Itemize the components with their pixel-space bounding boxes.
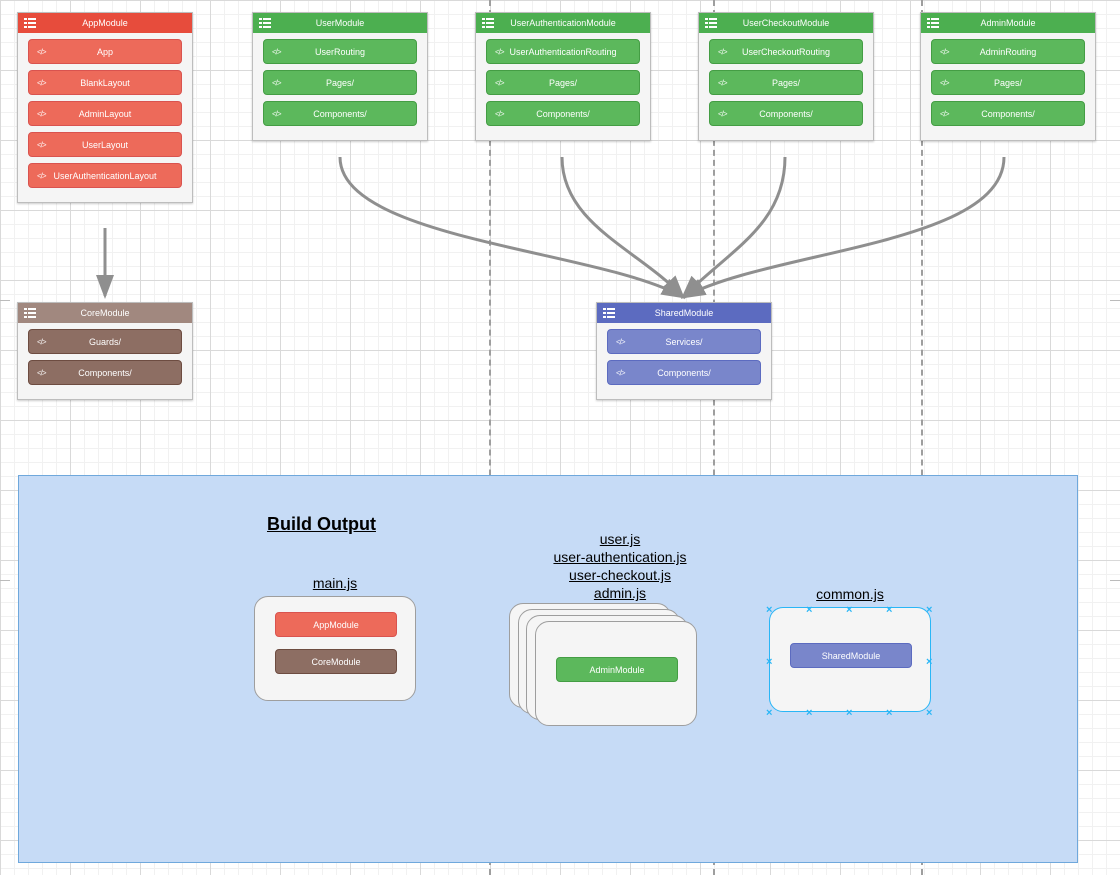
module-header: UserModule [253,13,427,33]
module-item[interactable]: </>Components/ [709,101,863,126]
module-item[interactable]: </>Components/ [607,360,761,385]
module-user[interactable]: UserModule </>UserRouting </>Pages/ </>C… [252,12,428,141]
module-item[interactable]: </>BlankLayout [28,70,182,95]
module-header: CoreModule [18,303,192,323]
bundle-common[interactable]: common.js SharedModule × × × × × × × × ×… [769,607,931,712]
bundle-item: CoreModule [275,649,397,674]
module-user-checkout[interactable]: UserCheckoutModule </>UserCheckoutRoutin… [698,12,874,141]
code-icon: </> [37,47,46,56]
list-icon [603,308,615,318]
bundle-item: AdminModule [556,657,678,682]
code-icon: </> [940,78,949,87]
module-user-auth[interactable]: UserAuthenticationModule </>UserAuthenti… [475,12,651,141]
code-icon: </> [37,337,46,346]
module-item[interactable]: </>Pages/ [486,70,640,95]
list-icon [24,308,36,318]
list-icon [259,18,271,28]
bundle-stack-labels: user.js user-authentication.js user-chec… [496,530,744,602]
bundle-main[interactable]: main.js AppModule CoreModule [254,596,416,701]
module-item[interactable]: </>UserAuthenticationLayout [28,163,182,188]
module-item[interactable]: </>Components/ [28,360,182,385]
bundle-item: AppModule [275,612,397,637]
list-icon [705,18,717,28]
code-icon: </> [37,171,46,180]
module-item[interactable]: </>Services/ [607,329,761,354]
module-core[interactable]: CoreModule </>Guards/ </>Components/ [17,302,193,400]
code-icon: </> [718,47,727,56]
list-icon [927,18,939,28]
list-icon [24,18,36,28]
code-icon: </> [940,109,949,118]
module-shared[interactable]: SharedModule </>Services/ </>Components/ [596,302,772,400]
module-header: UserAuthenticationModule [476,13,650,33]
code-icon: </> [495,78,504,87]
module-app[interactable]: AppModule </>App </>BlankLayout </>Admin… [17,12,193,203]
module-item[interactable]: </>Pages/ [709,70,863,95]
module-item[interactable]: </>Components/ [263,101,417,126]
code-icon: </> [37,368,46,377]
module-header: UserCheckoutModule [699,13,873,33]
code-icon: </> [940,47,949,56]
module-title: UserModule [253,18,427,28]
module-title: UserAuthenticationModule [476,18,650,28]
code-icon: </> [37,78,46,87]
code-icon: </> [495,109,504,118]
ruler-tick [0,300,10,301]
module-admin[interactable]: AdminModule </>AdminRouting </>Pages/ </… [920,12,1096,141]
module-title: CoreModule [18,308,192,318]
module-item[interactable]: </>Components/ [486,101,640,126]
code-icon: </> [37,140,46,149]
code-icon: </> [616,337,625,346]
ruler-tick [1110,580,1120,581]
code-icon: </> [37,109,46,118]
module-item[interactable]: </>Guards/ [28,329,182,354]
module-item[interactable]: </>Pages/ [263,70,417,95]
module-header: SharedModule [597,303,771,323]
bundle-stack-top[interactable]: AdminModule [535,621,697,726]
module-header: AppModule [18,13,192,33]
ruler-tick [1110,300,1120,301]
module-item[interactable]: </>Components/ [931,101,1085,126]
module-item[interactable]: </>UserAuthenticationRouting [486,39,640,64]
code-icon: </> [616,368,625,377]
build-output-panel: Build Output main.js AppModule CoreModul… [18,475,1078,863]
list-icon [482,18,494,28]
code-icon: </> [718,109,727,118]
module-item[interactable]: </>UserLayout [28,132,182,157]
module-title: UserCheckoutModule [699,18,873,28]
module-item[interactable]: </>AdminLayout [28,101,182,126]
module-item[interactable]: </>Pages/ [931,70,1085,95]
build-output-title: Build Output [267,514,376,535]
code-icon: </> [495,47,504,56]
bundle-label: common.js [770,586,930,602]
module-title: SharedModule [597,308,771,318]
module-title: AdminModule [921,18,1095,28]
module-item[interactable]: </>UserRouting [263,39,417,64]
module-item[interactable]: </>AdminRouting [931,39,1085,64]
module-header: AdminModule [921,13,1095,33]
bundle-item: SharedModule [790,643,912,668]
code-icon: </> [272,109,281,118]
code-icon: </> [718,78,727,87]
code-icon: </> [272,78,281,87]
module-item[interactable]: </>App [28,39,182,64]
bundle-label: main.js [255,575,415,591]
code-icon: </> [272,47,281,56]
module-item[interactable]: </>UserCheckoutRouting [709,39,863,64]
ruler-tick [0,580,10,581]
module-title: AppModule [18,18,192,28]
